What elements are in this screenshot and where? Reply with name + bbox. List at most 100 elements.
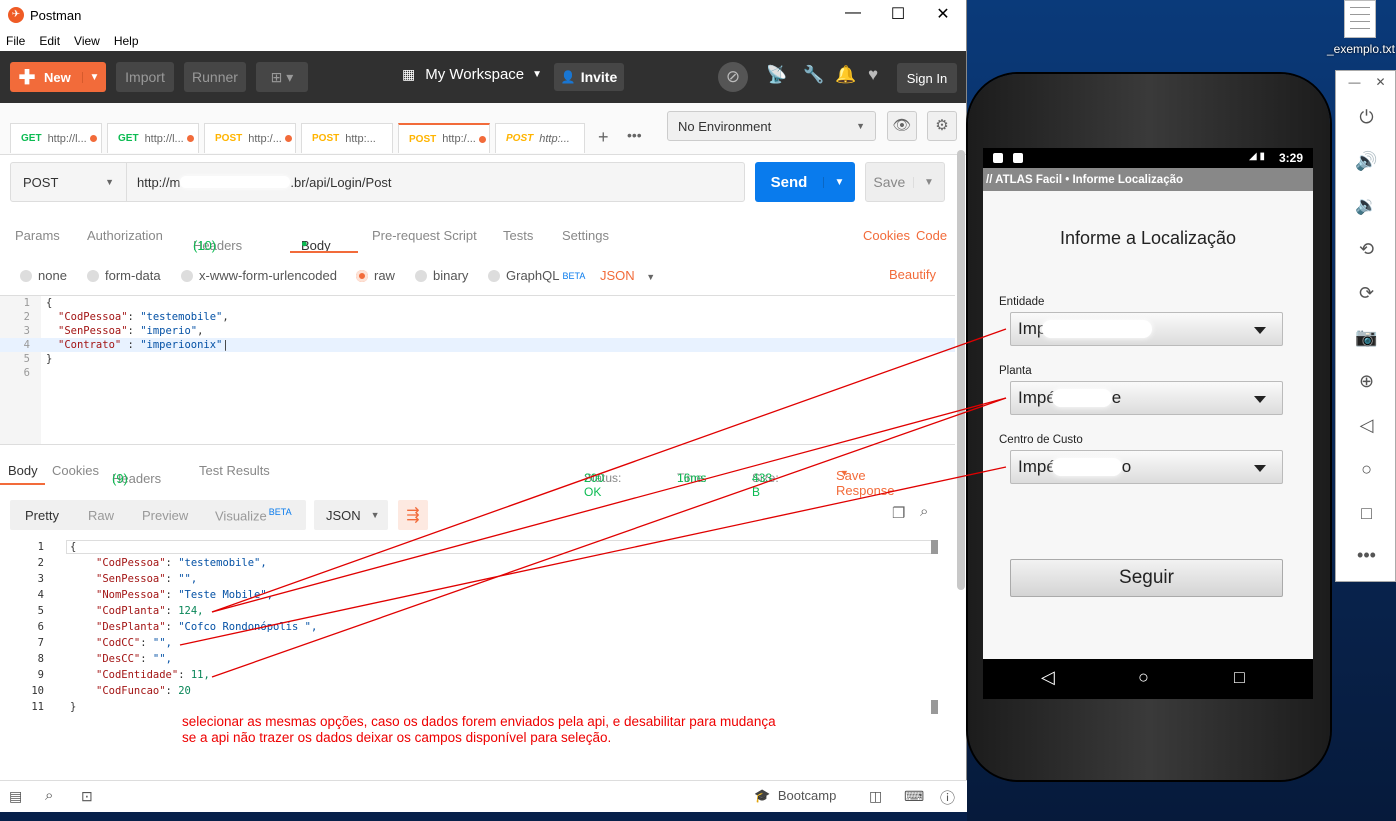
- new-window-button[interactable]: ⊞ ▾: [256, 62, 308, 92]
- tab-prerequest[interactable]: Pre-request Script: [372, 228, 477, 243]
- home-icon[interactable]: ○: [1138, 667, 1149, 688]
- power-icon[interactable]: ⏻: [1336, 107, 1396, 128]
- more-tabs-icon[interactable]: •••: [627, 127, 642, 143]
- menu-edit[interactable]: Edit: [39, 34, 60, 48]
- close-icon[interactable]: ✕: [1350, 75, 1396, 89]
- minimize-button[interactable]: —: [838, 4, 868, 22]
- recents-icon[interactable]: □: [1234, 667, 1245, 688]
- request-tab-active[interactable]: POST http:/...: [398, 123, 490, 153]
- unsaved-dot-icon: [284, 135, 292, 142]
- centro-custo-spinner[interactable]: Impé o: [1010, 450, 1283, 484]
- bootcamp-link[interactable]: 🎓 Bootcamp: [754, 788, 836, 804]
- tab-tests[interactable]: Tests: [503, 228, 533, 243]
- format-select[interactable]: JSON ▼: [600, 268, 655, 283]
- rotate-right-icon[interactable]: ⟳: [1336, 283, 1396, 304]
- request-body-editor[interactable]: 1 2 3 4 5 6 { "CodPessoa": "testemobile"…: [0, 295, 955, 445]
- response-format-select[interactable]: JSON ▼: [314, 500, 388, 530]
- bell-icon[interactable]: 🔔: [835, 65, 856, 85]
- cookies-link[interactable]: Cookies: [863, 228, 910, 243]
- two-pane-icon[interactable]: ◫: [869, 788, 882, 805]
- wrap-lines-icon[interactable]: ⇶: [398, 500, 428, 530]
- new-button[interactable]: ✚ New ▼: [10, 62, 106, 92]
- radio-label: x-www-form-urlencoded: [199, 268, 337, 283]
- request-tab[interactable]: GET http://l...: [107, 123, 199, 153]
- runner-button[interactable]: Runner: [184, 62, 246, 92]
- code-link[interactable]: Code: [916, 228, 947, 243]
- wrench-icon[interactable]: 🔧: [803, 65, 824, 85]
- tab-response-body[interactable]: Body: [8, 463, 38, 478]
- line-number: 1: [37, 541, 44, 553]
- beautify-link[interactable]: Beautify: [889, 267, 936, 282]
- eye-icon[interactable]: 👁: [887, 111, 917, 141]
- save-button[interactable]: Save ▼: [865, 162, 945, 202]
- view-preview[interactable]: Preview: [142, 508, 188, 523]
- keyboard-icon[interactable]: ⌨: [904, 788, 924, 805]
- maximize-button[interactable]: ☐: [883, 4, 913, 24]
- back-icon[interactable]: ◁: [1336, 415, 1396, 436]
- request-tab[interactable]: POST http:...: [301, 123, 393, 153]
- satellite-icon[interactable]: 📡: [766, 65, 787, 85]
- radio-binary[interactable]: binary: [415, 268, 468, 283]
- camera-icon[interactable]: 📷: [1336, 327, 1396, 348]
- volume-down-icon[interactable]: 🔉: [1336, 195, 1396, 216]
- chevron-down-icon[interactable]: ▼: [82, 71, 106, 83]
- caret-down-icon: ▼: [532, 69, 543, 80]
- chevron-down-icon[interactable]: ▼: [912, 176, 944, 188]
- request-tab[interactable]: POST http:/...: [204, 123, 296, 153]
- radio-graphql[interactable]: GraphQL BETA: [488, 268, 585, 283]
- heart-icon[interactable]: ♥: [868, 65, 878, 85]
- back-icon[interactable]: ◁: [1041, 667, 1055, 688]
- seguir-button[interactable]: Seguir: [1010, 559, 1283, 597]
- sidebar-toggle-icon[interactable]: ▤: [9, 788, 22, 805]
- request-tab-preview[interactable]: POST http:...: [495, 123, 585, 153]
- view-pretty[interactable]: Pretty: [25, 508, 59, 523]
- radio-raw[interactable]: raw: [356, 268, 395, 283]
- find-icon[interactable]: ⌕: [45, 787, 53, 804]
- console-icon[interactable]: ⊡: [81, 788, 93, 805]
- invite-button[interactable]: 👤 Invite: [554, 63, 624, 91]
- send-button[interactable]: Send ▼: [755, 162, 855, 202]
- zoom-icon[interactable]: ⊕: [1336, 371, 1396, 392]
- overview-icon[interactable]: □: [1336, 503, 1396, 524]
- view-raw[interactable]: Raw: [88, 508, 114, 523]
- volume-up-icon[interactable]: 🔊: [1336, 151, 1396, 172]
- search-icon[interactable]: ⌕: [920, 503, 928, 520]
- tab-test-results[interactable]: Test Results: [199, 463, 270, 478]
- menu-view[interactable]: View: [74, 34, 100, 48]
- menu-help[interactable]: Help: [114, 34, 139, 48]
- desktop-file-icon[interactable]: _exemplo.txt: [1326, 0, 1396, 60]
- chevron-down-icon[interactable]: ▼: [823, 176, 855, 188]
- copy-icon[interactable]: ❐: [892, 504, 905, 522]
- environment-select[interactable]: No Environment ▼: [667, 111, 876, 141]
- menu-file[interactable]: File: [6, 34, 25, 48]
- planta-spinner[interactable]: Impé e: [1010, 381, 1283, 415]
- tab-params[interactable]: Params: [15, 228, 60, 243]
- code-line: "CodFuncao": 20: [96, 685, 191, 697]
- radio-none[interactable]: none: [20, 268, 67, 283]
- radio-form-data[interactable]: form-data: [87, 268, 161, 283]
- entidade-spinner[interactable]: Imp: [1010, 312, 1283, 346]
- sign-in-button[interactable]: Sign In: [897, 63, 957, 93]
- home-icon[interactable]: ○: [1336, 459, 1396, 480]
- tab-response-cookies[interactable]: Cookies: [52, 463, 99, 478]
- tab-authorization[interactable]: Authorization: [87, 228, 163, 243]
- gear-icon[interactable]: ⚙: [927, 111, 957, 141]
- tab-settings[interactable]: Settings: [562, 228, 609, 243]
- view-visualize[interactable]: Visualize BETA: [215, 507, 292, 523]
- radio-urlencoded[interactable]: x-www-form-urlencoded: [181, 268, 337, 283]
- sync-off-icon[interactable]: ⊘: [718, 62, 748, 92]
- redacted-mark: [1042, 320, 1153, 338]
- import-button[interactable]: Import: [116, 62, 174, 92]
- url-input[interactable]: http://m .br/api/Login/Post: [127, 163, 392, 201]
- more-icon[interactable]: •••: [1336, 545, 1396, 566]
- workspace-selector[interactable]: ▦ My Workspace ▼: [402, 66, 542, 83]
- method-select[interactable]: POST ▼: [11, 163, 127, 201]
- scrollbar[interactable]: [957, 150, 965, 590]
- json-key: "SenPessoa": [96, 573, 166, 585]
- redacted-mark: [1051, 389, 1112, 407]
- request-tab[interactable]: GET http://l...: [10, 123, 102, 153]
- close-button[interactable]: ✕: [928, 4, 958, 24]
- help-icon[interactable]: ⓘ: [940, 787, 955, 808]
- rotate-left-icon[interactable]: ⟲: [1336, 239, 1396, 260]
- new-tab-icon[interactable]: +: [598, 127, 609, 148]
